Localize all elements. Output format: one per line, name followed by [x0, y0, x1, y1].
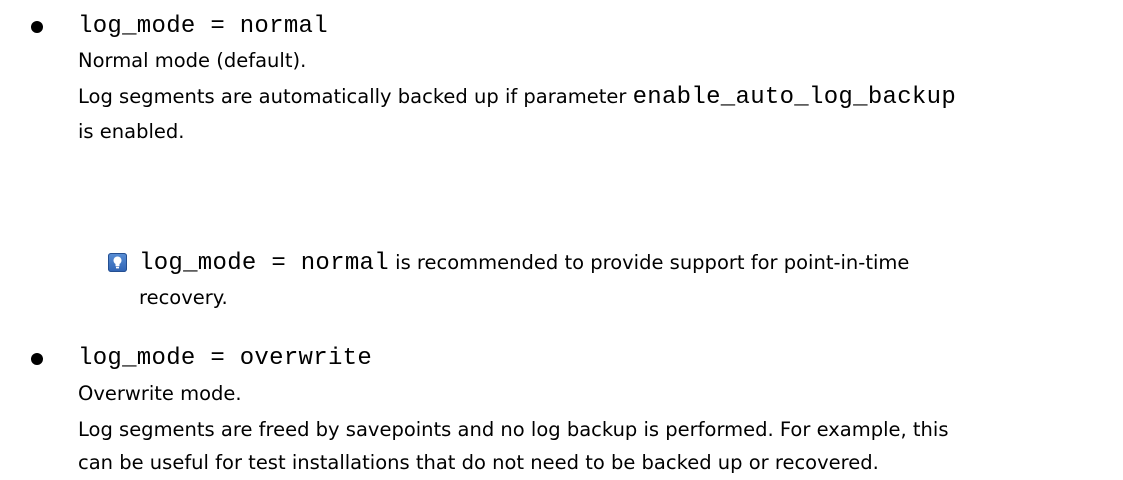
- lightbulb-icon: [108, 253, 127, 272]
- option-description: Log segments are automatically backed up…: [78, 81, 956, 113]
- option-code: log_mode = overwrite: [78, 345, 373, 372]
- parameter-code: enable_auto_log_backup: [632, 84, 957, 111]
- option-description-continuation: can be useful for test installations tha…: [78, 451, 879, 474]
- option-title: Overwrite mode.: [78, 382, 242, 405]
- document-page: log_mode = normal Normal mode (default).…: [0, 0, 1123, 480]
- tip-text-continuation: recovery.: [139, 286, 228, 309]
- option-description: Log segments are freed by savepoints and…: [78, 418, 949, 441]
- tip-code: log_mode = normal: [139, 250, 389, 277]
- bullet: [31, 21, 43, 33]
- tip-line: log_mode = normal is recommended to prov…: [139, 247, 909, 279]
- description-continuation: is enabled.: [78, 120, 185, 143]
- option-title: Normal mode (default).: [78, 49, 307, 72]
- description-text: Log segments are automatically backed up…: [78, 85, 633, 108]
- tip-text: is recommended to provide support for po…: [388, 251, 910, 274]
- bullet: [31, 353, 43, 365]
- option-code: log_mode = normal: [78, 13, 328, 40]
